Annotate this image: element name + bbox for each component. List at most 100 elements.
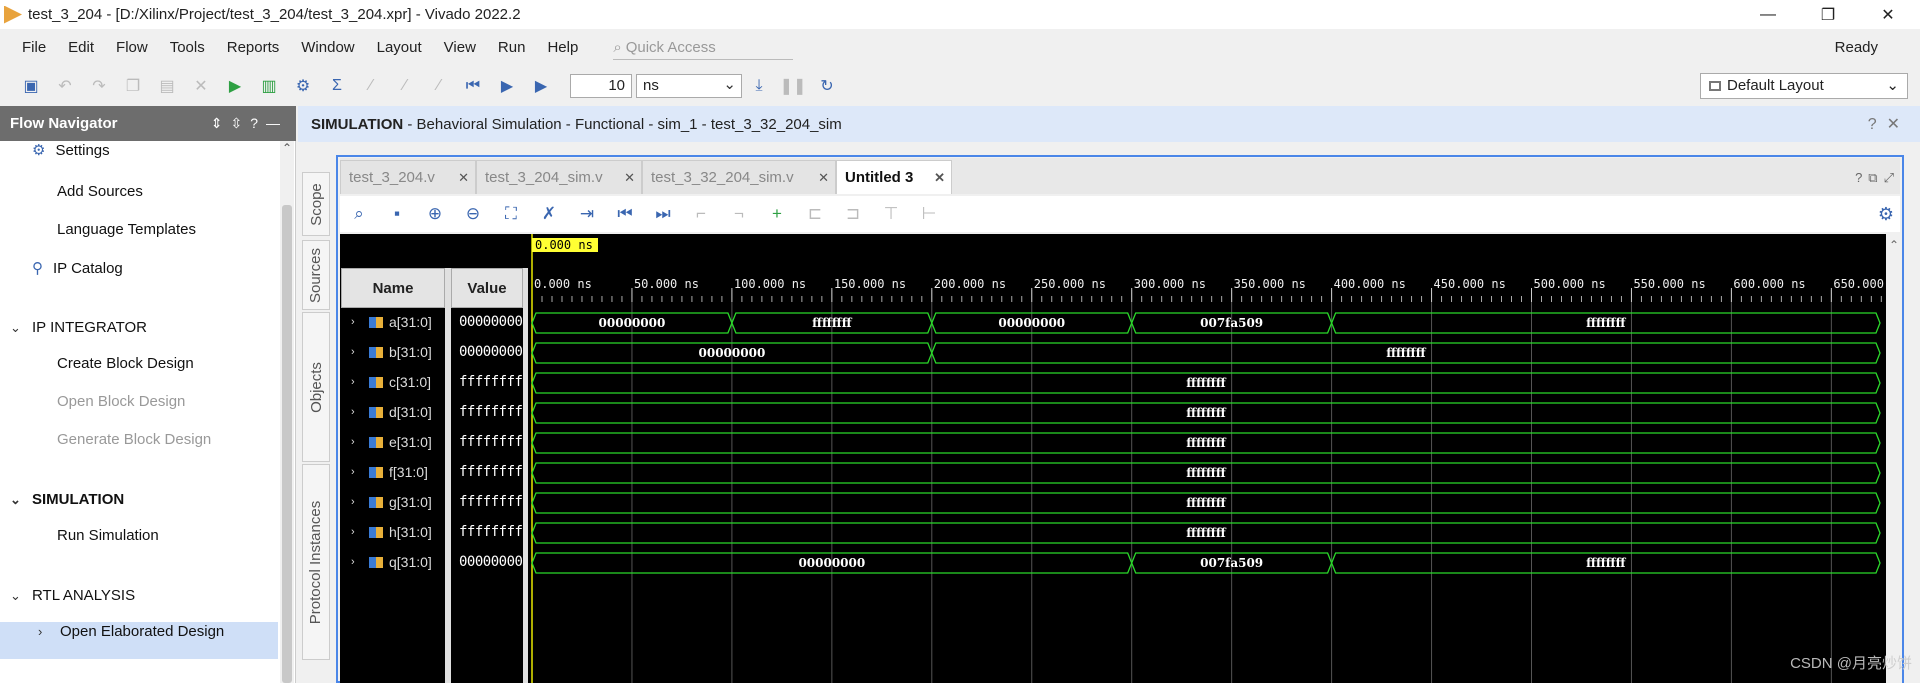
menu-tools[interactable]: Tools <box>159 39 216 56</box>
go-to-end-icon[interactable]: ⏭ <box>644 199 682 229</box>
minimize-button[interactable]: — <box>1740 0 1796 29</box>
tab-sources[interactable]: Sources <box>302 240 330 310</box>
waveform-plot[interactable]: 0.000 ns 50.000 ns 100.000 ns 150.000 ns 200… <box>528 234 1886 683</box>
settings-icon[interactable]: ⚙ <box>286 71 320 101</box>
menu-edit[interactable]: Edit <box>57 39 105 56</box>
chevron-right-icon[interactable]: › <box>351 436 363 448</box>
nav-open-block-design[interactable]: Open Block Design <box>57 393 185 410</box>
tab-test-3-204-v[interactable]: test_3_204.v ✕ <box>340 160 476 194</box>
add-marker-icon[interactable]: + <box>758 199 796 229</box>
tool-c-icon[interactable]: ⁄ <box>422 71 456 101</box>
scroll-up-icon[interactable]: ⌃ <box>1889 238 1899 252</box>
tool-b-icon[interactable]: ⁄ <box>388 71 422 101</box>
prev-transition-icon[interactable]: ⌐ <box>682 199 720 229</box>
section-simulation[interactable]: ⌄ SIMULATION <box>10 491 124 508</box>
quick-access-input[interactable]: ⌕ Quick Access <box>613 36 794 60</box>
run-icon[interactable]: ▶ <box>218 71 252 101</box>
zoom-out-icon[interactable]: ⊖ <box>454 199 492 229</box>
nav-language-templates[interactable]: Language Templates <box>57 221 196 238</box>
tab-scope[interactable]: Scope <box>302 172 330 236</box>
go-to-start-icon[interactable]: ⏮ <box>606 199 644 229</box>
nav-run-simulation[interactable]: Run Simulation <box>57 527 159 544</box>
cursor-icon[interactable]: ✗ <box>530 199 568 229</box>
snap-icon[interactable]: ⊢ <box>910 199 948 229</box>
column-divider[interactable] <box>445 268 451 683</box>
undo-icon[interactable]: ↶ <box>48 71 82 101</box>
menu-run[interactable]: Run <box>487 39 537 56</box>
tab-untitled-3[interactable]: Untitled 3 ✕ <box>836 160 952 194</box>
paste-icon[interactable]: ▤ <box>150 71 184 101</box>
chevron-right-icon[interactable]: › <box>351 496 363 508</box>
go-to-cursor-icon[interactable]: ⇥ <box>568 199 606 229</box>
time-unit-select[interactable]: ns ⌄ <box>636 74 742 98</box>
scrollbar-thumb[interactable] <box>282 205 292 683</box>
nav-generate-block-design[interactable]: Generate Block Design <box>57 431 211 448</box>
chevron-right-icon[interactable]: › <box>351 316 363 328</box>
value-column-header[interactable]: Value <box>451 268 523 308</box>
tab-test-3-32-204-sim-v[interactable]: test_3_32_204_sim.v ✕ <box>642 160 836 194</box>
run-for-icon[interactable]: ▶ <box>524 71 558 101</box>
close-icon[interactable]: ✕ <box>458 170 469 186</box>
close-window-button[interactable]: ✕ <box>1860 0 1916 29</box>
prev-marker-icon[interactable]: ⊏ <box>796 199 834 229</box>
relaunch-icon[interactable]: ↻ <box>810 71 844 101</box>
swap-cursors-icon[interactable]: ⊤ <box>872 199 910 229</box>
nav-add-sources[interactable]: Add Sources <box>57 183 143 200</box>
runtime-input[interactable]: 10 <box>570 74 632 98</box>
signal-row-d[interactable]: › d[31:0] <box>351 404 432 420</box>
zoom-fit-icon[interactable]: ⛶ <box>492 199 530 229</box>
section-rtl-analysis[interactable]: ⌄ RTL ANALYSIS <box>10 587 135 604</box>
chevron-right-icon[interactable]: › <box>351 346 363 358</box>
panel-controls[interactable]: ⇕⇳?— <box>211 115 288 132</box>
restart-icon[interactable]: ⏮ <box>456 71 490 101</box>
zoom-in-icon[interactable]: ⊕ <box>416 199 454 229</box>
tool-a-icon[interactable]: ⁄ <box>354 71 388 101</box>
signal-row-b[interactable]: › b[31:0] <box>351 344 432 360</box>
signal-row-f[interactable]: › f[31:0] <box>351 464 428 480</box>
signal-row-e[interactable]: › e[31:0] <box>351 434 432 450</box>
signal-row-h[interactable]: › h[31:0] <box>351 524 432 540</box>
tab-controls[interactable]: ?⧉⤢ <box>1855 170 1900 186</box>
pause-icon[interactable]: ❚❚ <box>776 71 810 101</box>
nav-create-block-design[interactable]: Create Block Design <box>57 355 194 372</box>
gear-icon[interactable]: ⚙ <box>1878 204 1894 225</box>
restore-button[interactable]: ❐ <box>1800 0 1856 29</box>
next-transition-icon[interactable]: ¬ <box>720 199 758 229</box>
open-project-icon[interactable]: ▣ <box>14 71 48 101</box>
signal-row-a[interactable]: › a[31:0] <box>351 314 432 330</box>
tab-protocol-instances[interactable]: Protocol Instances <box>302 464 330 660</box>
next-marker-icon[interactable]: ⊐ <box>834 199 872 229</box>
chevron-right-icon[interactable]: › <box>351 466 363 478</box>
nav-open-elaborated-design[interactable]: › Open Elaborated Design <box>38 623 224 640</box>
menu-reports[interactable]: Reports <box>216 39 291 56</box>
chevron-right-icon[interactable]: › <box>351 376 363 388</box>
chevron-right-icon[interactable]: › <box>351 406 363 418</box>
menu-view[interactable]: View <box>433 39 487 56</box>
menu-window[interactable]: Window <box>290 39 365 56</box>
chevron-right-icon[interactable]: › <box>351 526 363 538</box>
close-icon[interactable]: ✕ <box>818 170 829 186</box>
nav-ip-catalog[interactable]: ⚲ IP Catalog <box>32 259 123 278</box>
save-icon[interactable]: ▪ <box>378 199 416 229</box>
menu-flow[interactable]: Flow <box>105 39 159 56</box>
tab-objects[interactable]: Objects <box>302 312 330 462</box>
close-icon[interactable]: ✕ <box>934 170 945 186</box>
redo-icon[interactable]: ↷ <box>82 71 116 101</box>
delete-icon[interactable]: ✕ <box>184 71 218 101</box>
close-icon[interactable]: ✕ <box>624 170 635 186</box>
chevron-right-icon[interactable]: › <box>351 556 363 568</box>
layout-select[interactable]: Default Layout ⌄ <box>1700 73 1908 99</box>
signal-row-g[interactable]: › g[31:0] <box>351 494 432 510</box>
wave-scrollbar[interactable]: ⌃ <box>1886 234 1902 683</box>
menu-layout[interactable]: Layout <box>366 39 433 56</box>
tab-test-3-204-sim-v[interactable]: test_3_204_sim.v ✕ <box>476 160 642 194</box>
run-all-icon[interactable]: ▶ <box>490 71 524 101</box>
signal-row-c[interactable]: › c[31:0] <box>351 374 431 390</box>
step-icon[interactable]: ⤓ <box>742 71 776 101</box>
program-icon[interactable]: ▥ <box>252 71 286 101</box>
copy-icon[interactable]: ❐ <box>116 71 150 101</box>
header-controls[interactable]: ?✕ <box>1868 114 1910 134</box>
section-ip-integrator[interactable]: ⌄ IP INTEGRATOR <box>10 319 147 336</box>
sigma-icon[interactable]: Σ <box>320 71 354 101</box>
scroll-up-icon[interactable]: ⌃ <box>282 141 292 155</box>
